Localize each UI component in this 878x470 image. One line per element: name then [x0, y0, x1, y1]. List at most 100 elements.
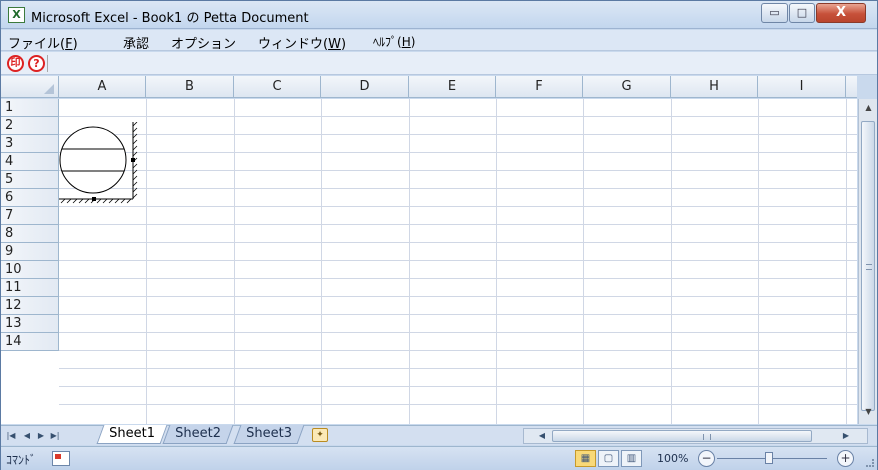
sheet-tab-sheet2[interactable]: Sheet2: [162, 425, 234, 444]
gridline: [59, 368, 857, 369]
menu-help-label: ﾍﾙﾌﾟ(: [373, 35, 402, 49]
page-layout-view-button[interactable]: ▢: [598, 450, 619, 467]
menu-window-label: ウィンドウ(: [258, 37, 329, 52]
row-header-14[interactable]: 14: [1, 333, 59, 351]
menu-approval-label: 承認: [123, 37, 150, 52]
gridline: [59, 188, 857, 189]
gridline: [234, 99, 235, 424]
column-header-c[interactable]: C: [234, 76, 321, 97]
gridline: [59, 278, 857, 279]
menu-file-suffix: ): [72, 37, 78, 52]
new-sheet-icon[interactable]: ✦: [312, 428, 328, 442]
last-sheet-icon[interactable]: ▶|: [48, 428, 62, 443]
gridline: [59, 116, 857, 117]
gridline: [59, 152, 857, 153]
page-break-preview-button[interactable]: ▥: [621, 450, 642, 467]
sheet-tab-sheet3[interactable]: Sheet3: [233, 425, 305, 444]
scroll-up-icon[interactable]: ▲: [861, 101, 876, 115]
column-header-b[interactable]: B: [146, 76, 234, 97]
menu-options[interactable]: オプション: [171, 33, 236, 52]
menu-approval[interactable]: 承認: [123, 33, 149, 52]
menu-file-label: ファイル(: [8, 37, 66, 52]
gridline: [59, 224, 857, 225]
zoom-level[interactable]: 100%: [657, 452, 688, 465]
gridline: [671, 99, 672, 424]
column-header-g[interactable]: G: [583, 76, 671, 97]
row-header-1[interactable]: 1: [1, 99, 59, 117]
zoom-in-icon[interactable]: +: [837, 450, 854, 467]
row-header-4[interactable]: 4: [1, 153, 59, 171]
gridline: [496, 99, 497, 424]
sheet-tab-label: Sheet2: [175, 426, 222, 441]
gridline: [59, 386, 857, 387]
scroll-grip-icon: [703, 434, 711, 440]
close-button[interactable]: X: [816, 3, 866, 23]
column-header-i[interactable]: I: [758, 76, 846, 97]
vertical-scrollbar[interactable]: ▲ ▼: [858, 99, 877, 424]
gridline: [59, 134, 857, 135]
row-header-5[interactable]: 5: [1, 171, 59, 189]
normal-view-button[interactable]: ▦: [575, 450, 596, 467]
scroll-right-icon[interactable]: ▶: [840, 430, 852, 442]
gridline: [758, 99, 759, 424]
horizontal-scrollbar[interactable]: ◀ ▶: [523, 428, 868, 444]
gridline: [59, 296, 857, 297]
menu-options-label: オプション: [171, 37, 237, 52]
gridline: [59, 314, 857, 315]
minimize-button[interactable]: ▭: [761, 3, 788, 23]
row-header-12[interactable]: 12: [1, 297, 59, 315]
select-all-corner[interactable]: [1, 76, 59, 97]
macro-record-icon[interactable]: [52, 451, 70, 466]
sheet-tab-bar: |◀ ◀ ▶ ▶| Sheet1 Sheet2 Sheet3 ✦ ◀ ▶: [1, 425, 877, 445]
hatched-circle-shape[interactable]: [57, 122, 141, 204]
horizontal-scroll-thumb[interactable]: [552, 430, 812, 442]
vertical-scroll-thumb[interactable]: [861, 121, 875, 411]
menu-window[interactable]: ウィンドウ(W): [258, 33, 346, 52]
row-header-11[interactable]: 11: [1, 279, 59, 297]
row-header-10[interactable]: 10: [1, 261, 59, 279]
column-header-f[interactable]: F: [496, 76, 583, 97]
sheet-tab-label: Sheet3: [246, 426, 293, 441]
column-header-row: A B C D E F G H I: [1, 76, 857, 98]
gridline: [59, 350, 857, 351]
menu-help-accel: H: [401, 35, 411, 49]
row-header-3[interactable]: 3: [1, 135, 59, 153]
approval-stamp-icon[interactable]: 印: [7, 55, 24, 72]
row-header-9[interactable]: 9: [1, 243, 59, 261]
menu-file[interactable]: ファイル(F): [8, 33, 78, 52]
gridline: [146, 99, 147, 424]
gridline: [59, 242, 857, 243]
row-header-13[interactable]: 13: [1, 315, 59, 333]
maximize-button[interactable]: □: [789, 3, 815, 23]
status-mode-text: ｺﾏﾝﾄﾞ: [6, 453, 37, 467]
gridline: [59, 404, 857, 405]
column-header-a[interactable]: A: [59, 76, 146, 97]
sheet-tab-label: Sheet1: [109, 426, 156, 441]
gridline: [59, 170, 857, 171]
scroll-down-icon[interactable]: ▼: [861, 405, 876, 419]
excel-app-icon[interactable]: X: [8, 7, 25, 23]
resize-grip-icon[interactable]: [866, 459, 874, 467]
toolbar-separator: [47, 55, 48, 72]
prev-sheet-icon[interactable]: ◀: [20, 428, 34, 443]
gridline: [59, 206, 857, 207]
sheet-tab-sheet1[interactable]: Sheet1: [96, 425, 168, 444]
row-header-2[interactable]: 2: [1, 117, 59, 135]
column-header-d[interactable]: D: [321, 76, 409, 97]
row-header-6[interactable]: 6: [1, 189, 59, 207]
zoom-out-icon[interactable]: −: [698, 450, 715, 467]
next-sheet-icon[interactable]: ▶: [34, 428, 48, 443]
menu-window-accel: W: [328, 37, 341, 52]
column-header-h[interactable]: H: [671, 76, 758, 97]
zoom-slider-thumb[interactable]: [765, 452, 773, 464]
gridline: [846, 99, 847, 424]
menu-help-suffix: ): [410, 35, 416, 49]
first-sheet-icon[interactable]: |◀: [4, 428, 18, 443]
column-header-e[interactable]: E: [409, 76, 496, 97]
scroll-left-icon[interactable]: ◀: [536, 430, 548, 442]
row-header-8[interactable]: 8: [1, 225, 59, 243]
row-header-7[interactable]: 7: [1, 207, 59, 225]
menu-help[interactable]: ﾍﾙﾌﾟ(H): [373, 33, 415, 50]
help-icon[interactable]: ?: [28, 55, 45, 72]
title-bar: X Microsoft Excel - Book1 の Petta Docume…: [1, 1, 877, 29]
